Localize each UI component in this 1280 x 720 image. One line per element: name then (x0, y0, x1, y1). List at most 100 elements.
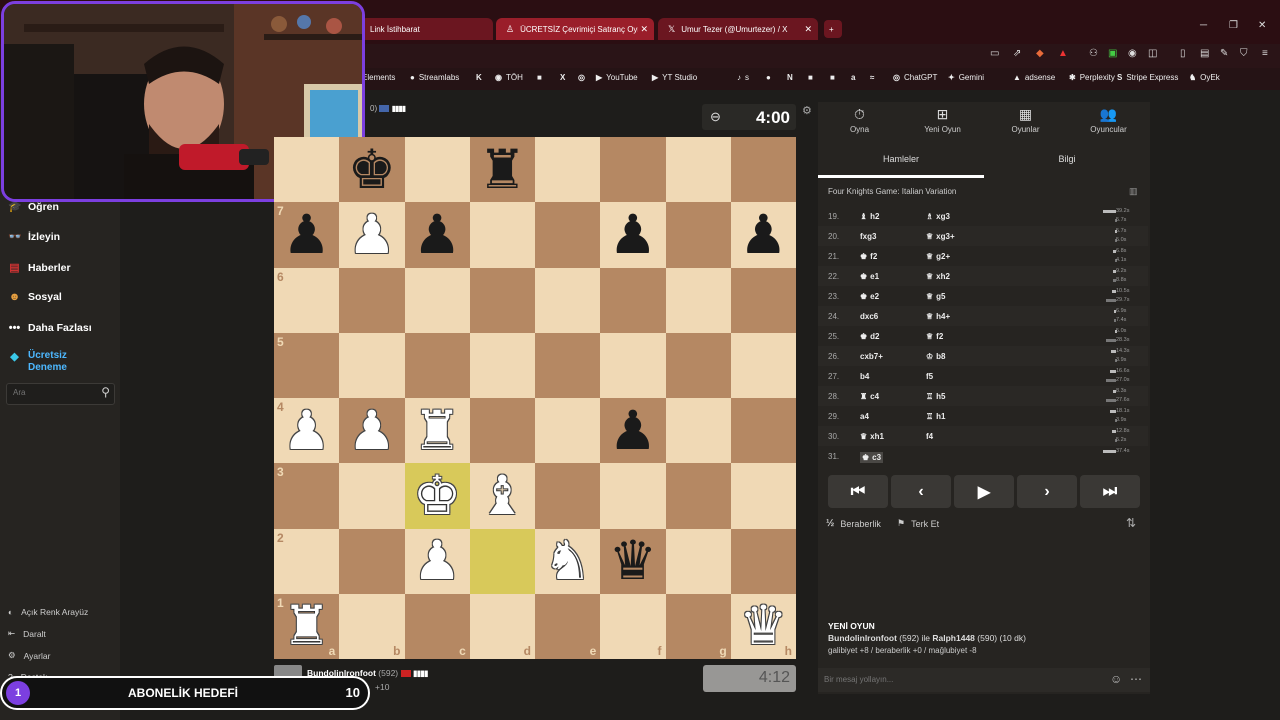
board-square[interactable]: ♟ (730, 202, 796, 268)
bookmark-item[interactable]: ◎ ChatGPT (893, 73, 937, 82)
black-move[interactable]: f5 (926, 372, 933, 381)
panel-tab[interactable]: ⊞ Yeni Oyun (901, 106, 984, 134)
black-pawn-piece[interactable]: ♟ (609, 403, 657, 458)
black-move[interactable]: ♔ b8 (926, 352, 946, 361)
board-square[interactable]: ♟ (404, 202, 470, 268)
share-icon[interactable]: ⇗ (1013, 48, 1021, 59)
bookmark-item[interactable]: a (851, 73, 855, 82)
board-square[interactable]: ♟ 4 (274, 398, 340, 464)
board-square[interactable]: ♛ h (730, 593, 796, 659)
white-move[interactable]: ♚ e1 (860, 272, 879, 281)
board-square[interactable]: 3 (274, 463, 340, 529)
white-rook-piece[interactable]: ♜ (413, 403, 461, 458)
sidebar-light-theme[interactable]: ◐ Açık Renk Arayüz (8, 607, 88, 617)
extension-icon[interactable]: ▣ (1108, 48, 1117, 59)
board-square[interactable] (600, 137, 666, 203)
white-move[interactable]: fxg3 (860, 232, 876, 241)
board-square[interactable] (535, 202, 601, 268)
black-move[interactable]: ♖ h5 (926, 392, 946, 401)
extension-icon[interactable]: ◉ (1128, 48, 1137, 59)
board-square[interactable]: ♟ (600, 202, 666, 268)
play-button[interactable]: ▶ (954, 475, 1014, 508)
close-icon[interactable]: ✕ (804, 24, 812, 35)
black-move[interactable]: ♕ g2+ (926, 252, 950, 261)
board-square[interactable] (404, 267, 470, 333)
board-square[interactable]: ♟ (600, 398, 666, 464)
minimize-icon[interactable]: ─ (1200, 20, 1207, 31)
board-square[interactable]: b (339, 593, 405, 659)
board-square[interactable] (600, 332, 666, 398)
bookmark-item[interactable]: K (476, 73, 482, 82)
board-square[interactable] (665, 202, 731, 268)
bookmark-item[interactable]: ♞ OyEk (1189, 73, 1220, 82)
search-input[interactable] (13, 388, 93, 397)
bookmark-item[interactable]: S Stripe Express (1117, 73, 1178, 82)
bookmark-item[interactable]: N (787, 73, 793, 82)
menu-icon[interactable]: ≡ (1262, 48, 1268, 59)
white-pawn-piece[interactable]: ♟ (348, 207, 396, 262)
brave-shield-icon[interactable]: ◆ (1036, 48, 1044, 59)
board-square[interactable] (274, 137, 340, 203)
black-pawn-piece[interactable]: ♟ (609, 207, 657, 262)
bookmark-item[interactable]: ✱ Perplexity (1069, 73, 1115, 82)
board-square[interactable]: ♜ (469, 137, 535, 203)
chat-input[interactable] (822, 674, 1096, 685)
browser-tab[interactable]: Link İstihbarat (360, 18, 493, 40)
white-rook-piece[interactable]: ♜ (282, 599, 330, 653)
white-queen-piece[interactable]: ♛ (739, 599, 787, 653)
chess-board[interactable]: ♚ ♜ ♟ 7 ♟ ♟ ♟ ♟ 6 5 ♟ 4 ♟ ♜ ♟ 3 ♚ ♝ 2 ♟ ♞ ♛ ♜ 1 a b c d e f g ♛ h (274, 137, 796, 659)
board-square[interactable] (665, 398, 731, 464)
panel-tab[interactable]: ▦ Oyunlar (984, 106, 1067, 134)
sidebar-item-more[interactable]: ••• Daha Fazlası (8, 322, 92, 334)
sidebar-item-watch[interactable]: 👓 İzleyin (8, 230, 60, 244)
board-square[interactable]: d (469, 593, 535, 659)
white-move[interactable]: b4 (860, 372, 869, 381)
white-move[interactable]: ♚ c3 (860, 452, 884, 463)
white-move[interactable]: ♚ e2 (860, 292, 879, 301)
next-move-button[interactable]: › (1017, 475, 1077, 508)
board-square[interactable] (469, 528, 535, 594)
board-square[interactable]: f (600, 593, 666, 659)
resign-button[interactable]: ⚑ Terk Et (897, 518, 939, 529)
board-square[interactable]: c (404, 593, 470, 659)
sidebar-search[interactable]: ⚲ (6, 383, 115, 405)
board-square[interactable] (469, 202, 535, 268)
board-square[interactable] (600, 267, 666, 333)
white-move[interactable]: cxb7+ (860, 352, 883, 361)
search-icon[interactable]: ⚲ (101, 385, 110, 399)
board-square[interactable] (339, 332, 405, 398)
black-move[interactable]: ♕ xh2 (926, 272, 950, 281)
board-square[interactable] (469, 398, 535, 464)
black-move[interactable]: ♕ f2 (926, 332, 943, 341)
sidebar-toggle-icon[interactable]: ▯ (1180, 48, 1186, 59)
tab-moves[interactable]: Hamleler (818, 148, 984, 176)
opening-name[interactable]: Four Knights Game: Italian Variation (828, 187, 956, 196)
rewards-icon[interactable]: ▲ (1058, 48, 1068, 59)
board-square[interactable] (730, 528, 796, 594)
white-move[interactable]: a4 (860, 412, 869, 421)
board-square[interactable] (535, 332, 601, 398)
panel-tab[interactable]: ⏱ Oyna (818, 106, 901, 134)
sidebar-item-news[interactable]: ▤ Haberler (8, 261, 70, 275)
maximize-icon[interactable]: ❐ (1229, 20, 1238, 31)
bookmark-item[interactable]: X (560, 73, 565, 82)
board-square[interactable] (535, 463, 601, 529)
board-square[interactable] (730, 332, 796, 398)
board-square[interactable] (339, 267, 405, 333)
extensions-icon[interactable]: ✎ (1220, 48, 1228, 59)
black-move[interactable]: ♕ g5 (926, 292, 946, 301)
sidebar-collapse[interactable]: ⇤ Daralt (8, 628, 46, 639)
board-settings-icon[interactable]: ⚙ (802, 104, 812, 117)
black-move[interactable]: ♖ h1 (926, 412, 946, 421)
sidebar-item-social[interactable]: ☻ Sosyal (8, 291, 62, 303)
white-move[interactable]: ♚ d2 (860, 332, 880, 341)
board-square[interactable] (469, 267, 535, 333)
white-move[interactable]: ♝ h2 (860, 212, 880, 221)
panel-tab[interactable]: 👥 Oyuncular (1067, 106, 1150, 134)
board-square[interactable]: ♟ (339, 202, 405, 268)
board-square[interactable]: ♟ 7 (274, 202, 340, 268)
board-square[interactable] (665, 267, 731, 333)
tab-info[interactable]: Bilgi (984, 148, 1150, 176)
board-square[interactable] (600, 463, 666, 529)
vpn-icon[interactable]: ⛉ (1240, 48, 1248, 59)
